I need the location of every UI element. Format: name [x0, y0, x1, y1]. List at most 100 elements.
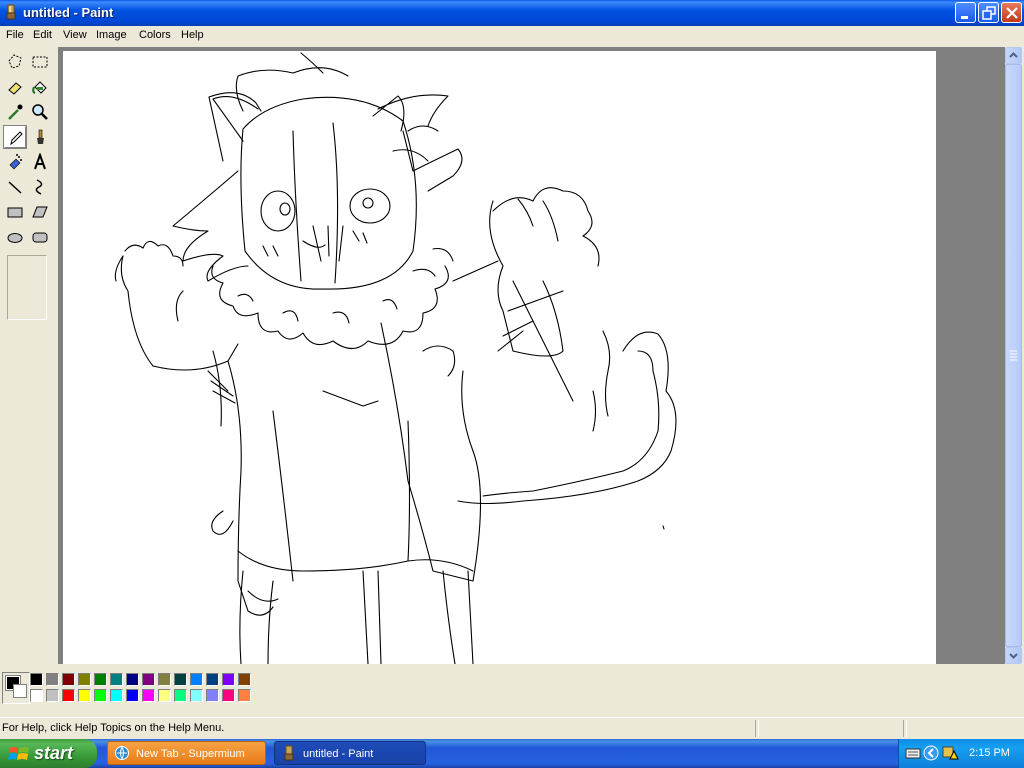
line-tool[interactable] [4, 176, 26, 198]
vertical-scrollbar[interactable] [1005, 47, 1022, 664]
pick-color-tool[interactable] [4, 101, 26, 123]
color-swatch[interactable] [78, 673, 91, 686]
fill-tool[interactable] [29, 76, 51, 98]
taskbar-item-browser[interactable]: New Tab - Supermium [107, 741, 266, 765]
color-swatch[interactable] [62, 689, 75, 702]
ellipse-tool[interactable] [4, 226, 26, 248]
maximize-button[interactable] [978, 2, 999, 23]
color-swatch[interactable] [126, 673, 139, 686]
menu-view[interactable]: View [63, 29, 87, 41]
curve-icon [35, 179, 43, 195]
windows-logo-icon [8, 747, 29, 760]
color-swatch[interactable] [238, 673, 251, 686]
text-icon [34, 153, 46, 170]
status-divider [903, 720, 907, 737]
status-help-text: For Help, click Help Topics on the Help … [2, 722, 225, 734]
color-swatch[interactable] [30, 689, 43, 702]
curve-tool[interactable] [29, 176, 51, 198]
airbrush-icon [9, 154, 22, 170]
scroll-thumb[interactable] [1005, 64, 1022, 647]
maximize-icon [982, 6, 996, 20]
polygon-tool[interactable] [29, 201, 51, 223]
status-bar: For Help, click Help Topics on the Help … [0, 717, 1024, 740]
menu-edit[interactable]: Edit [33, 29, 52, 41]
toolbox [0, 47, 56, 664]
color-swatch[interactable] [158, 673, 171, 686]
minimize-icon [961, 16, 968, 19]
color-swatch[interactable] [110, 673, 123, 686]
keyboard-icon[interactable] [905, 745, 921, 761]
scroll-up-button[interactable] [1005, 47, 1022, 64]
pencil-icon [10, 131, 23, 146]
start-button[interactable]: start [0, 739, 97, 768]
taskbar-item-label: untitled - Paint [303, 748, 374, 760]
color-swatch[interactable] [94, 673, 107, 686]
current-colors[interactable] [2, 672, 30, 704]
free-form-select-icon [8, 54, 22, 69]
color-swatch[interactable] [206, 673, 219, 686]
free-form-select-tool[interactable] [4, 51, 26, 73]
menu-file[interactable]: File [6, 29, 24, 41]
color-swatch[interactable] [94, 689, 107, 702]
menu-help[interactable]: Help [181, 29, 204, 41]
close-icon [1006, 7, 1018, 19]
taskbar-item-label: New Tab - Supermium [136, 748, 245, 760]
brush-tool[interactable] [29, 126, 51, 148]
background-color-swatch [13, 684, 27, 698]
eraser-icon [8, 82, 22, 95]
color-swatch[interactable] [190, 689, 203, 702]
color-swatch[interactable] [30, 673, 43, 686]
taskbar-item-paint[interactable]: untitled - Paint [274, 741, 426, 765]
menu-image[interactable]: Image [96, 29, 127, 41]
rectangle-icon [7, 207, 23, 218]
select-icon [32, 56, 48, 68]
rounded-rectangle-icon [32, 232, 48, 243]
magnifier-icon [32, 104, 48, 120]
color-swatch[interactable] [158, 689, 171, 702]
color-swatch[interactable] [110, 689, 123, 702]
title-bar: untitled - Paint [0, 0, 1024, 26]
pencil-tool[interactable] [3, 125, 27, 149]
magnifier-tool[interactable] [29, 101, 51, 123]
browser-icon [115, 746, 129, 761]
color-swatch[interactable] [238, 689, 251, 702]
paint-app-icon [284, 745, 294, 761]
scroll-down-button[interactable] [1005, 647, 1022, 664]
color-swatch[interactable] [206, 689, 219, 702]
arrow-down-icon [1009, 653, 1018, 659]
color-swatch[interactable] [174, 673, 187, 686]
select-tool[interactable] [29, 51, 51, 73]
status-divider [755, 720, 759, 737]
color-swatch[interactable] [46, 673, 59, 686]
color-swatch[interactable] [142, 673, 155, 686]
color-swatch[interactable] [62, 673, 75, 686]
window-title: untitled - Paint [23, 5, 114, 20]
eraser-tool[interactable] [4, 76, 26, 98]
minimize-button[interactable] [955, 2, 976, 23]
drawing-canvas[interactable] [63, 51, 936, 664]
arrow-up-icon [1009, 52, 1018, 58]
rectangle-tool[interactable] [4, 201, 26, 223]
airbrush-tool[interactable] [4, 151, 26, 173]
ellipse-icon [7, 233, 23, 243]
canvas-workspace [58, 47, 1005, 664]
line-icon [8, 181, 22, 194]
color-swatch[interactable] [222, 673, 235, 686]
security-alert-icon[interactable] [941, 745, 959, 761]
color-swatch[interactable] [222, 689, 235, 702]
chevron-left-icon[interactable] [923, 745, 939, 761]
rounded-rectangle-tool[interactable] [29, 226, 51, 248]
color-swatch[interactable] [174, 689, 187, 702]
text-tool[interactable] [29, 151, 51, 173]
clock: 2:15 PM [969, 747, 1010, 759]
color-swatch[interactable] [126, 689, 139, 702]
system-tray: 2:15 PM [898, 739, 1024, 768]
color-swatch[interactable] [46, 689, 59, 702]
color-swatch[interactable] [142, 689, 155, 702]
close-button[interactable] [1001, 2, 1022, 23]
brush-icon [37, 129, 44, 144]
menu-colors[interactable]: Colors [139, 29, 171, 41]
color-swatch[interactable] [190, 673, 203, 686]
color-swatch[interactable] [78, 689, 91, 702]
tool-options-panel[interactable] [7, 255, 47, 320]
